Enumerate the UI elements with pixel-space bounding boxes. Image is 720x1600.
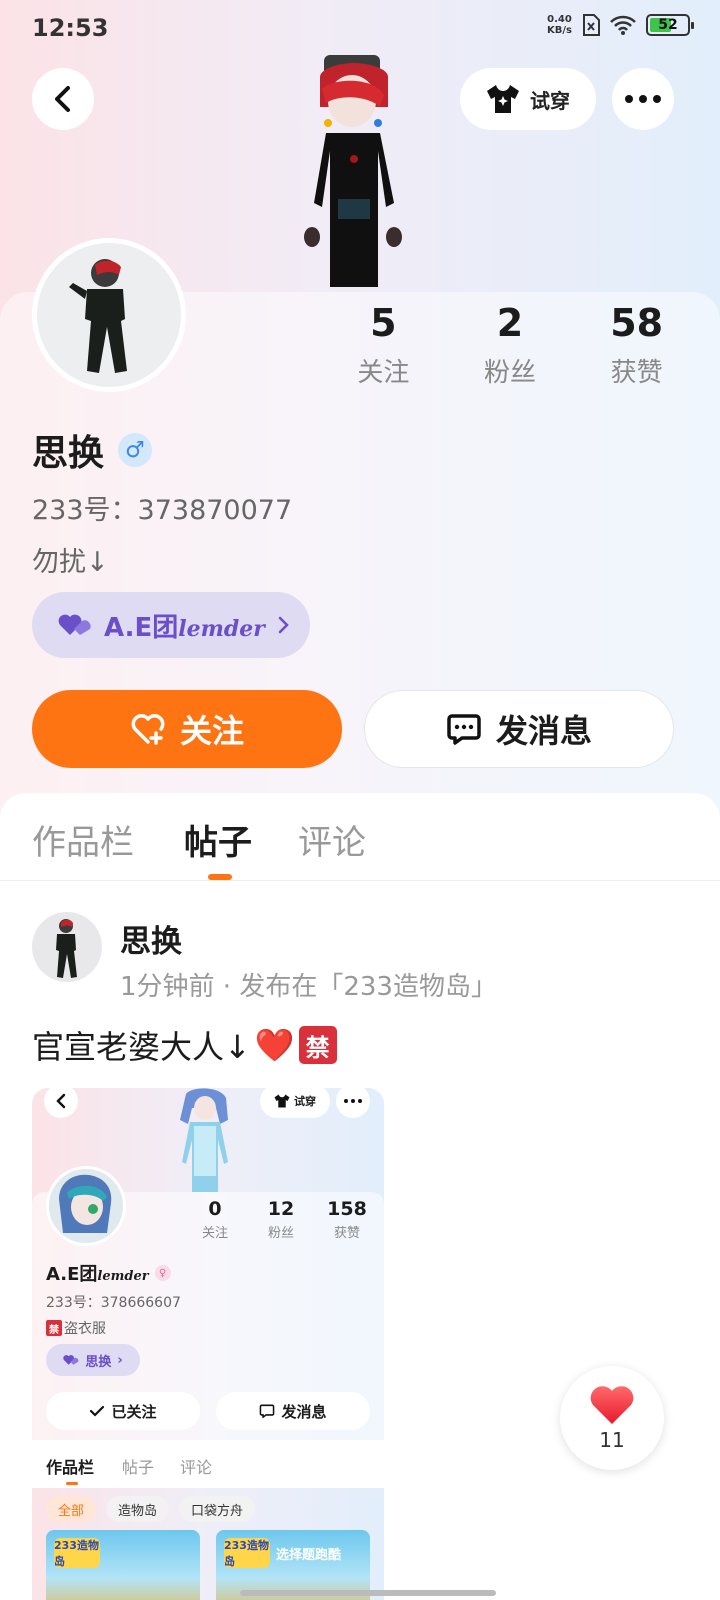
- embedded-message-button: 发消息: [216, 1392, 370, 1430]
- heart-icon: [590, 1386, 634, 1424]
- like-count: 11: [599, 1428, 625, 1452]
- male-gender-icon: ♂: [118, 433, 153, 467]
- active-tab-indicator: [208, 874, 232, 880]
- embedded-name: A.E团lemder ♀: [46, 1260, 171, 1286]
- group-name: A.E团lemder: [104, 612, 265, 643]
- status-bar: 12:53 0.40 KB/s 52: [0, 0, 720, 56]
- post-author-name[interactable]: 思换: [120, 916, 182, 961]
- profile-name: 思换: [32, 433, 105, 474]
- embedded-avatar: [46, 1166, 126, 1246]
- post-author-avatar[interactable]: [32, 912, 102, 982]
- try-on-button[interactable]: 试穿: [460, 68, 596, 130]
- try-on-label: 试穿: [530, 88, 570, 113]
- avatar[interactable]: [32, 238, 186, 392]
- status-icons: 0.40 KB/s 52: [547, 14, 694, 36]
- sim-off-icon: [583, 14, 600, 36]
- follow-label: 关注: [179, 712, 244, 750]
- tab-posts[interactable]: 帖子: [184, 815, 252, 864]
- status-time: 12:53: [32, 14, 109, 42]
- home-indicator[interactable]: [240, 1590, 496, 1596]
- wifi-icon: [610, 15, 636, 35]
- more-options-button[interactable]: [612, 68, 674, 130]
- stat-following[interactable]: 5 关注: [320, 300, 447, 389]
- female-gender-icon: ♀: [154, 1265, 171, 1281]
- tshirt-icon: [487, 85, 519, 113]
- profile-stats: 5 关注 2 粉丝 58 获赞: [320, 300, 700, 389]
- message-label: 发消息: [495, 712, 592, 750]
- group-link[interactable]: A.E团lemder: [32, 592, 310, 658]
- post-text: 官宣老婆大人↓ ❤️ 禁: [32, 1022, 337, 1068]
- more-dots-icon: [625, 95, 661, 103]
- embedded-followed-button: 已关注: [46, 1392, 200, 1430]
- stat-followers[interactable]: 2 粉丝: [447, 300, 574, 389]
- embedded-filter-chips: 全部 造物岛 口袋方舟: [46, 1496, 256, 1522]
- profile-name-row: 思换 ♂: [32, 424, 153, 476]
- battery-indicator: 52: [646, 14, 694, 36]
- message-button[interactable]: 发消息: [364, 690, 674, 768]
- embedded-more-icon: [336, 1088, 370, 1118]
- heart-plus-icon: [131, 714, 165, 745]
- embedded-avatar-figure: [170, 1088, 240, 1192]
- profile-avatar-figure: [290, 55, 420, 290]
- embedded-uid: 233号：378666607: [46, 1295, 181, 1311]
- embedded-group-pill: 思换 ›: [46, 1344, 140, 1376]
- net-speed: 0.40 KB/s: [547, 14, 572, 36]
- tshirt-icon: [274, 1094, 290, 1108]
- chat-bubble-icon: [447, 714, 481, 745]
- profile-bio: 勿扰↓: [32, 547, 109, 578]
- tab-works[interactable]: 作品栏: [32, 815, 134, 864]
- embedded-stats: 0 关注 12 粉丝 158 获赞: [201, 1198, 367, 1241]
- stat-likes[interactable]: 58 获赞: [573, 300, 700, 389]
- embedded-try-on: 试穿: [260, 1088, 330, 1118]
- follow-button[interactable]: 关注: [32, 690, 342, 768]
- post-image[interactable]: 试穿 0 关注 12 粉丝 158 获赞 A.E团lemder ♀ 233号：3786…: [32, 1088, 384, 1600]
- back-button[interactable]: [32, 68, 94, 130]
- chevron-right-icon: [278, 616, 289, 634]
- embedded-tabs: 作品栏 帖子 评论: [32, 1440, 384, 1488]
- like-button[interactable]: 11: [560, 1366, 664, 1470]
- chevron-left-icon: [55, 86, 70, 112]
- embedded-bio: 禁 盗衣服: [46, 1318, 106, 1338]
- heart-emoji-icon: ❤️: [254, 1026, 295, 1064]
- post-meta: 1分钟前 · 发布在「233造物岛」: [120, 972, 497, 1002]
- prohibited-emoji-icon: 禁: [298, 1026, 337, 1064]
- profile-tabs: 作品栏 帖子 评论: [0, 793, 720, 881]
- tab-comments[interactable]: 评论: [298, 815, 366, 864]
- double-heart-icon: [58, 614, 91, 635]
- embedded-back-icon: [44, 1088, 78, 1118]
- profile-uid: 233号：373870077: [32, 495, 293, 526]
